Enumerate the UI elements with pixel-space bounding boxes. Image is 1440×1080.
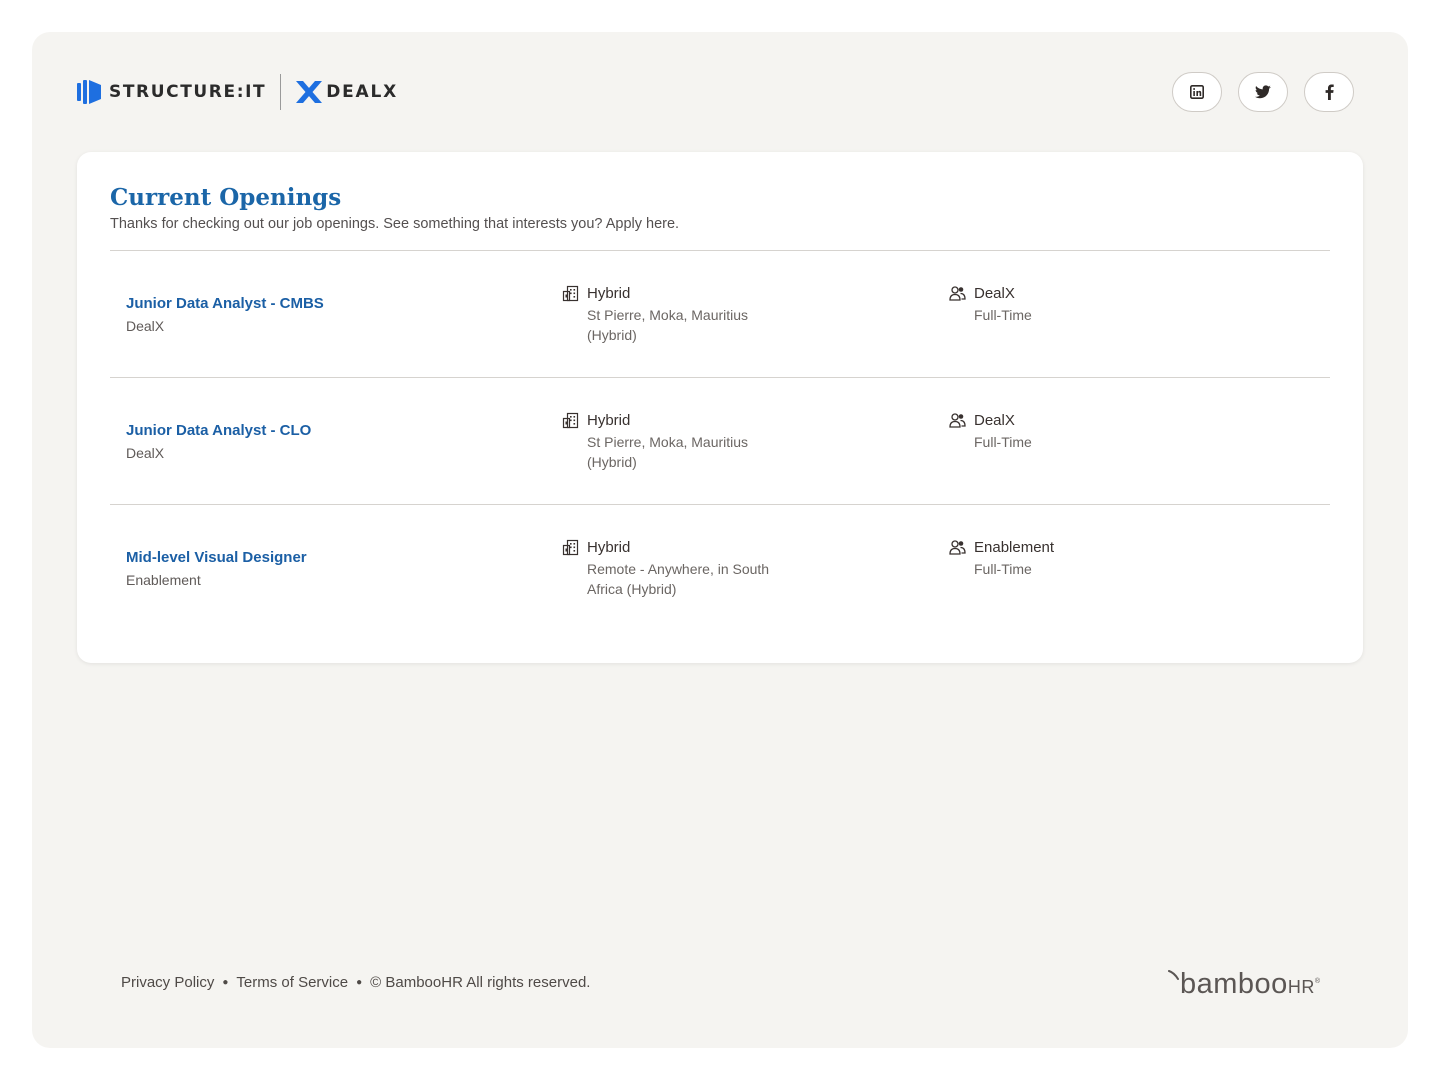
job-location-text: St Pierre, Moka, Mauritius (587, 307, 749, 323)
job-team-name: DealX (974, 412, 1015, 429)
people-icon (949, 285, 966, 302)
dealx-wordmark: DEALX (326, 82, 399, 102)
job-team: Enablement Full-Time (949, 539, 1209, 579)
job-location: Hybrid St Pierre, Moka, Mauritius (Hybri… (562, 285, 822, 345)
job-employment-type: Full-Time (974, 434, 1032, 450)
dealx-logo-icon (296, 81, 323, 103)
job-location-text: St Pierre, Moka, Mauritius (587, 434, 749, 450)
job-row: Junior Data Analyst - CLO DealX Hybrid S… (110, 377, 1330, 504)
structure-it-logo[interactable]: STRUCTURE:IT (77, 78, 266, 106)
terms-of-service-link[interactable]: Terms of Service (236, 974, 348, 991)
page-frame: STRUCTURE:IT DEALX Current Openings Than… (32, 32, 1408, 1048)
job-list: Junior Data Analyst - CMBS DealX Hybrid … (110, 250, 1330, 631)
linkedin-icon (1190, 85, 1204, 99)
job-team: DealX Full-Time (949, 412, 1209, 452)
privacy-policy-link[interactable]: Privacy Policy (121, 974, 214, 991)
job-team: DealX Full-Time (949, 285, 1209, 325)
job-location-text: Remote - Anywhere, in South (587, 561, 770, 577)
job-title-link[interactable]: Junior Data Analyst - CMBS (126, 295, 324, 312)
job-department: DealX (126, 445, 165, 461)
facebook-icon (1325, 84, 1334, 100)
job-location-note: (Hybrid) (587, 327, 637, 343)
facebook-button[interactable] (1304, 72, 1354, 112)
job-location-type: Hybrid (587, 412, 631, 429)
structure-it-logo-icon (77, 80, 101, 104)
bamboohr-logo[interactable]: bamboo HR ® (1168, 968, 1320, 1001)
copyright-text: © BambooHR All rights reserved. (370, 974, 591, 991)
logo-divider (280, 74, 282, 110)
openings-card: Current Openings Thanks for checking out… (77, 152, 1363, 663)
page-subtitle: Thanks for checking out our job openings… (110, 216, 680, 232)
job-location: Hybrid St Pierre, Moka, Mauritius (Hybri… (562, 412, 822, 472)
building-icon (562, 412, 579, 429)
job-employment-type: Full-Time (974, 561, 1032, 577)
company-logos: STRUCTURE:IT DEALX (77, 72, 398, 112)
bamboohr-leaf-icon (1168, 970, 1180, 980)
job-team-name: Enablement (974, 539, 1055, 556)
job-department: Enablement (126, 572, 201, 588)
job-row: Mid-level Visual Designer Enablement Hyb… (110, 504, 1330, 631)
linkedin-button[interactable] (1172, 72, 1222, 112)
job-location: Hybrid Remote - Anywhere, in South Afric… (562, 539, 822, 599)
job-row: Junior Data Analyst - CMBS DealX Hybrid … (110, 250, 1330, 377)
job-location-note: (Hybrid) (587, 454, 637, 470)
bamboohr-wordmark: bamboo (1180, 968, 1288, 1000)
job-department: DealX (126, 318, 165, 334)
building-icon (562, 539, 579, 556)
people-icon (949, 412, 966, 429)
job-location-type: Hybrid (587, 285, 631, 302)
social-links (1172, 72, 1354, 112)
twitter-button[interactable] (1238, 72, 1288, 112)
footer-separator: ● (356, 977, 363, 988)
footer-separator: ● (222, 977, 229, 988)
job-title-link[interactable]: Junior Data Analyst - CLO (126, 422, 311, 439)
job-team-name: DealX (974, 285, 1015, 302)
people-icon (949, 539, 966, 556)
job-location-note: Africa (Hybrid) (587, 581, 677, 597)
job-location-type: Hybrid (587, 539, 631, 556)
job-title-link[interactable]: Mid-level Visual Designer (126, 549, 307, 566)
dealx-logo[interactable]: DEALX (295, 80, 398, 104)
header: STRUCTURE:IT DEALX (77, 72, 1354, 112)
page-title: Current Openings (110, 184, 342, 211)
registered-mark-icon: ® (1314, 978, 1320, 985)
bamboohr-wordmark-suffix: HR (1287, 977, 1315, 997)
job-employment-type: Full-Time (974, 307, 1032, 323)
twitter-icon (1255, 85, 1271, 99)
structure-it-wordmark: STRUCTURE:IT (109, 82, 267, 102)
building-icon (562, 285, 579, 302)
footer-links: Privacy Policy ● Terms of Service ● © Ba… (121, 974, 590, 991)
